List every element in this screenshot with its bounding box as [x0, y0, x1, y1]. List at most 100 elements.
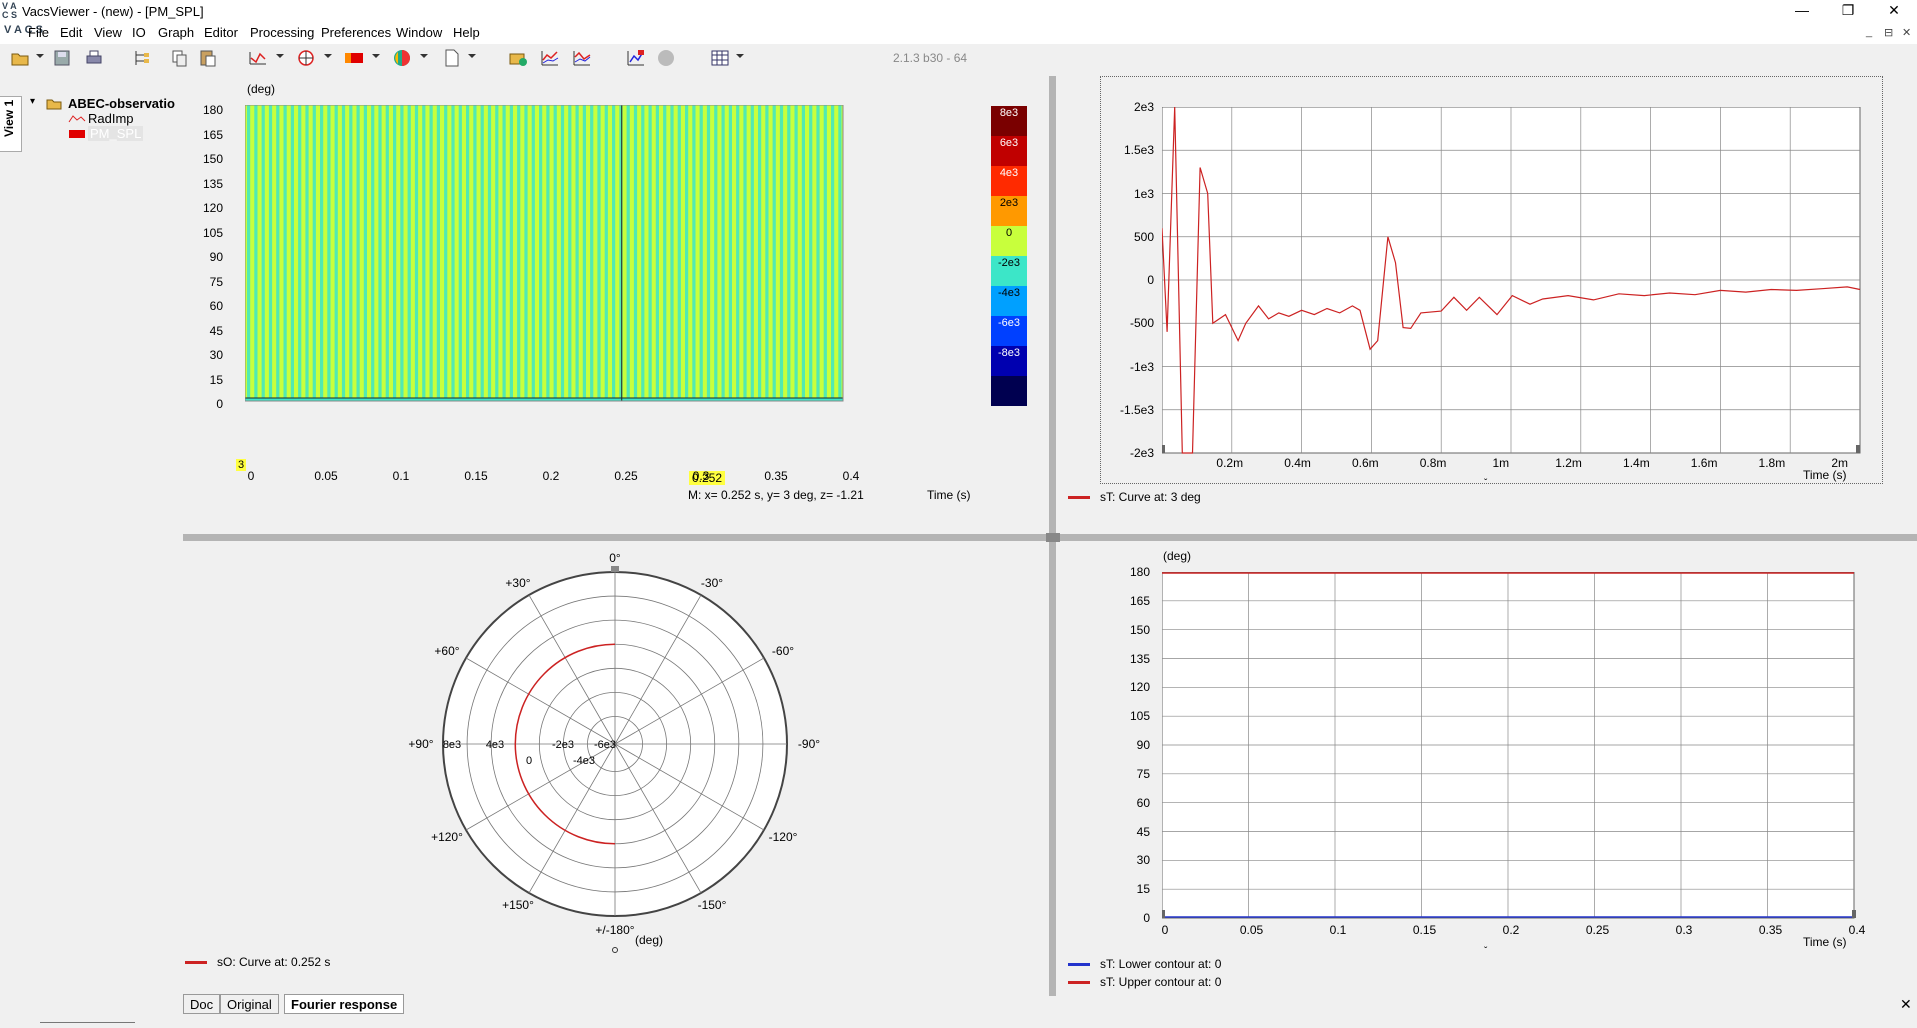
maximize-button[interactable]: ❐: [1825, 0, 1871, 22]
colorbar: 8e3 6e3 4e3 2e3 0 -2e3 -4e3 -6e3 -8e3: [991, 106, 1036, 406]
curve-icon[interactable]: [248, 48, 268, 68]
lower-legend-swatch: [1068, 963, 1090, 967]
map-dropdown-arrow[interactable]: [372, 54, 380, 58]
contour-band: [349, 105, 353, 401]
grid-dropdown-arrow[interactable]: [736, 54, 744, 58]
tab-doc[interactable]: Doc: [183, 994, 221, 1014]
contour-band: [641, 105, 645, 401]
contour-plot[interactable]: [245, 105, 985, 465]
cursor-readout: M: x= 0.252 s, y= 3 deg, z= -1.21: [688, 488, 864, 502]
time-y-tick: 0: [1147, 273, 1154, 287]
contour-band: [670, 105, 674, 401]
graph-b-icon[interactable]: [572, 48, 592, 68]
contour-band: [290, 105, 294, 401]
polar-plot[interactable]: 0° -30° -60° -90° -120° -150° +/-180° +150° +120…: [183, 541, 1049, 961]
upper-legend: sT: Upper contour at: 0: [1068, 975, 1221, 989]
contour-y-tick: 105: [202, 225, 223, 240]
menu-preferences[interactable]: Preferences: [321, 25, 391, 40]
contour-band: [787, 105, 791, 401]
contour-band: [750, 105, 754, 401]
tree-icon[interactable]: [132, 48, 152, 68]
limits-range-handle-left[interactable]: [1162, 910, 1165, 918]
mdi-close-button[interactable]: ✕: [1902, 26, 1911, 39]
contour-band: [429, 105, 433, 401]
mdi-restore-button[interactable]: ⊟: [1884, 26, 1893, 39]
time-x-tick: 0.2m: [1216, 456, 1244, 470]
open-dropdown-arrow[interactable]: [36, 54, 44, 58]
menu-processing[interactable]: Processing: [250, 25, 314, 40]
frame-handle-icon-2[interactable]: ˇ: [1484, 946, 1487, 957]
menu-graph[interactable]: Graph: [158, 25, 194, 40]
menu-help[interactable]: Help: [453, 25, 480, 40]
time-legend-label: sT: Curve at: 3 deg: [1100, 490, 1201, 504]
minimize-button[interactable]: —: [1779, 0, 1825, 22]
status-bar: [0, 1014, 1917, 1028]
splitter-knob[interactable]: [1046, 533, 1060, 542]
limits-x-tick: 0.25: [1585, 923, 1610, 937]
copy-icon[interactable]: [170, 48, 190, 68]
sphere-dropdown-arrow[interactable]: [420, 54, 428, 58]
limits-x-tick: 0.35: [1758, 923, 1783, 937]
menu-file[interactable]: File: [28, 25, 49, 40]
limits-plot[interactable]: [1162, 572, 1862, 932]
polar-angle-label: +120°: [431, 830, 463, 844]
limits-x-tick: 0.1: [1329, 923, 1347, 937]
polar-center-handle[interactable]: [612, 947, 618, 953]
curve-dropdown-arrow[interactable]: [276, 54, 284, 58]
contour-band: [794, 105, 798, 401]
contour-y-tick: 90: [209, 250, 223, 264]
polar-dropdown-arrow[interactable]: [324, 54, 332, 58]
page-icon[interactable]: [442, 48, 462, 68]
polar-angle-label: 0°: [609, 551, 621, 565]
tab-fourier-response[interactable]: Fourier response: [284, 994, 405, 1014]
polar-icon[interactable]: [296, 48, 316, 68]
import-icon[interactable]: [508, 48, 528, 68]
tree-item-pm-spl[interactable]: PM_SPL: [88, 126, 144, 141]
limits-y-tick: 0: [1143, 911, 1150, 925]
menu-io[interactable]: IO: [132, 25, 146, 40]
view-tab[interactable]: View 1: [0, 96, 22, 152]
polar-angle-label: -150°: [698, 898, 727, 912]
stop-icon[interactable]: [656, 48, 676, 68]
contour-band: [677, 105, 681, 401]
print-icon[interactable]: [84, 48, 104, 68]
mdi-minimize-button[interactable]: _: [1866, 26, 1872, 38]
polar-angle-label: -30°: [701, 576, 723, 590]
contour-band: [458, 105, 462, 401]
colorbar-label: 4e3: [999, 167, 1019, 179]
limits-y-tick: 165: [1129, 593, 1150, 608]
menu-editor[interactable]: Editor: [204, 25, 238, 40]
map-icon[interactable]: [344, 48, 364, 68]
graph-c-icon[interactable]: [626, 48, 646, 68]
time-range-handle-right[interactable]: [1856, 445, 1860, 453]
tree-root[interactable]: ABEC-observatio: [68, 96, 175, 111]
menu-view[interactable]: View: [94, 25, 122, 40]
contour-band: [320, 105, 324, 401]
tree-item-radimp[interactable]: RadImp: [88, 111, 134, 126]
polar-top-marker[interactable]: [611, 566, 619, 572]
limits-range-handle-right[interactable]: [1852, 910, 1856, 918]
sphere-icon[interactable]: [392, 48, 412, 68]
menu-window[interactable]: Window: [396, 25, 442, 40]
time-range-handle-left[interactable]: [1162, 445, 1165, 453]
grid-icon[interactable]: [710, 48, 730, 68]
save-icon[interactable]: [52, 48, 72, 68]
polar-angle-label: -120°: [769, 830, 798, 844]
close-view-button[interactable]: ✕: [1900, 996, 1912, 1013]
graph-a-icon[interactable]: [540, 48, 560, 68]
menu-edit[interactable]: Edit: [60, 25, 82, 40]
tab-original[interactable]: Original: [220, 994, 279, 1014]
open-icon[interactable]: [10, 48, 30, 68]
tree-collapse-icon[interactable]: ▾: [30, 96, 35, 107]
colorbar-label: -2e3: [997, 257, 1021, 269]
colorbar-label: 2e3: [999, 197, 1019, 209]
page-dropdown-arrow[interactable]: [468, 54, 476, 58]
paste-icon[interactable]: [198, 48, 218, 68]
map-file-icon: [69, 130, 85, 138]
close-button[interactable]: ✕: [1871, 0, 1917, 22]
time-y-tick: -1.5e3: [1119, 402, 1154, 417]
time-curve-plot[interactable]: [1162, 107, 1862, 467]
contour-x-label: Time (s): [927, 488, 971, 502]
frame-handle-icon[interactable]: ˇ: [1484, 478, 1487, 489]
view-tab-label: View 1: [2, 99, 16, 137]
